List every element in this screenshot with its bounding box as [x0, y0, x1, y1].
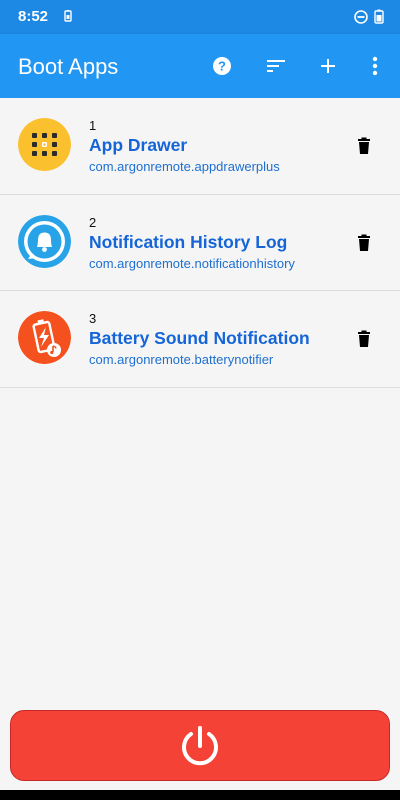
help-icon: ?	[213, 57, 231, 75]
trash-icon	[358, 330, 370, 347]
status-bar: 8:52	[0, 0, 400, 34]
sort-icon	[267, 60, 285, 72]
item-number: 3	[89, 311, 97, 326]
sort-button[interactable]	[264, 54, 288, 78]
power-icon	[182, 725, 218, 765]
trash-icon	[358, 137, 370, 154]
list-item[interactable]: 1 App Drawer com.argonremote.appdrawerpl…	[0, 98, 400, 195]
item-package: com.argonremote.batterynotifier	[89, 352, 274, 367]
notification-bell-icon	[18, 214, 71, 268]
list-item[interactable]: 3 Battery Sound Notification com.argonre…	[0, 291, 400, 388]
item-number: 1	[89, 118, 97, 133]
svg-text:?: ?	[218, 59, 226, 74]
navigation-bar	[0, 790, 400, 800]
more-options-button[interactable]	[363, 54, 387, 78]
add-icon	[321, 59, 335, 73]
item-number: 2	[89, 214, 97, 230]
app-bar: Boot Apps ?	[0, 34, 400, 98]
list-item[interactable]: 2 Notification History Log com.argonremo…	[0, 194, 400, 291]
item-package: com.argonremote.appdrawerplus	[89, 159, 280, 174]
add-button[interactable]	[316, 54, 340, 78]
boot-app-list: 1 App Drawer com.argonremote.appdrawerpl…	[0, 98, 400, 388]
item-name: Battery Sound Notification	[89, 328, 310, 348]
app-drawer-icon	[18, 118, 71, 171]
delete-button[interactable]	[352, 231, 376, 255]
help-button[interactable]: ?	[210, 54, 234, 78]
status-time: 8:52	[18, 8, 49, 25]
delete-button[interactable]	[352, 327, 376, 351]
item-name: Notification History Log	[89, 231, 288, 252]
item-name: App Drawer	[89, 135, 188, 155]
item-package: com.argonremote.notificationhistory	[89, 255, 295, 271]
do-not-disturb-icon	[354, 9, 368, 24]
battery-saver-icon	[64, 10, 72, 22]
trash-icon	[358, 234, 370, 251]
delete-button[interactable]	[352, 134, 376, 158]
status-icons	[354, 9, 384, 24]
battery-sound-icon	[18, 311, 71, 364]
power-button[interactable]	[10, 710, 390, 781]
battery-icon	[374, 9, 384, 24]
more-icon	[372, 56, 378, 76]
app-title: Boot Apps	[18, 54, 119, 79]
